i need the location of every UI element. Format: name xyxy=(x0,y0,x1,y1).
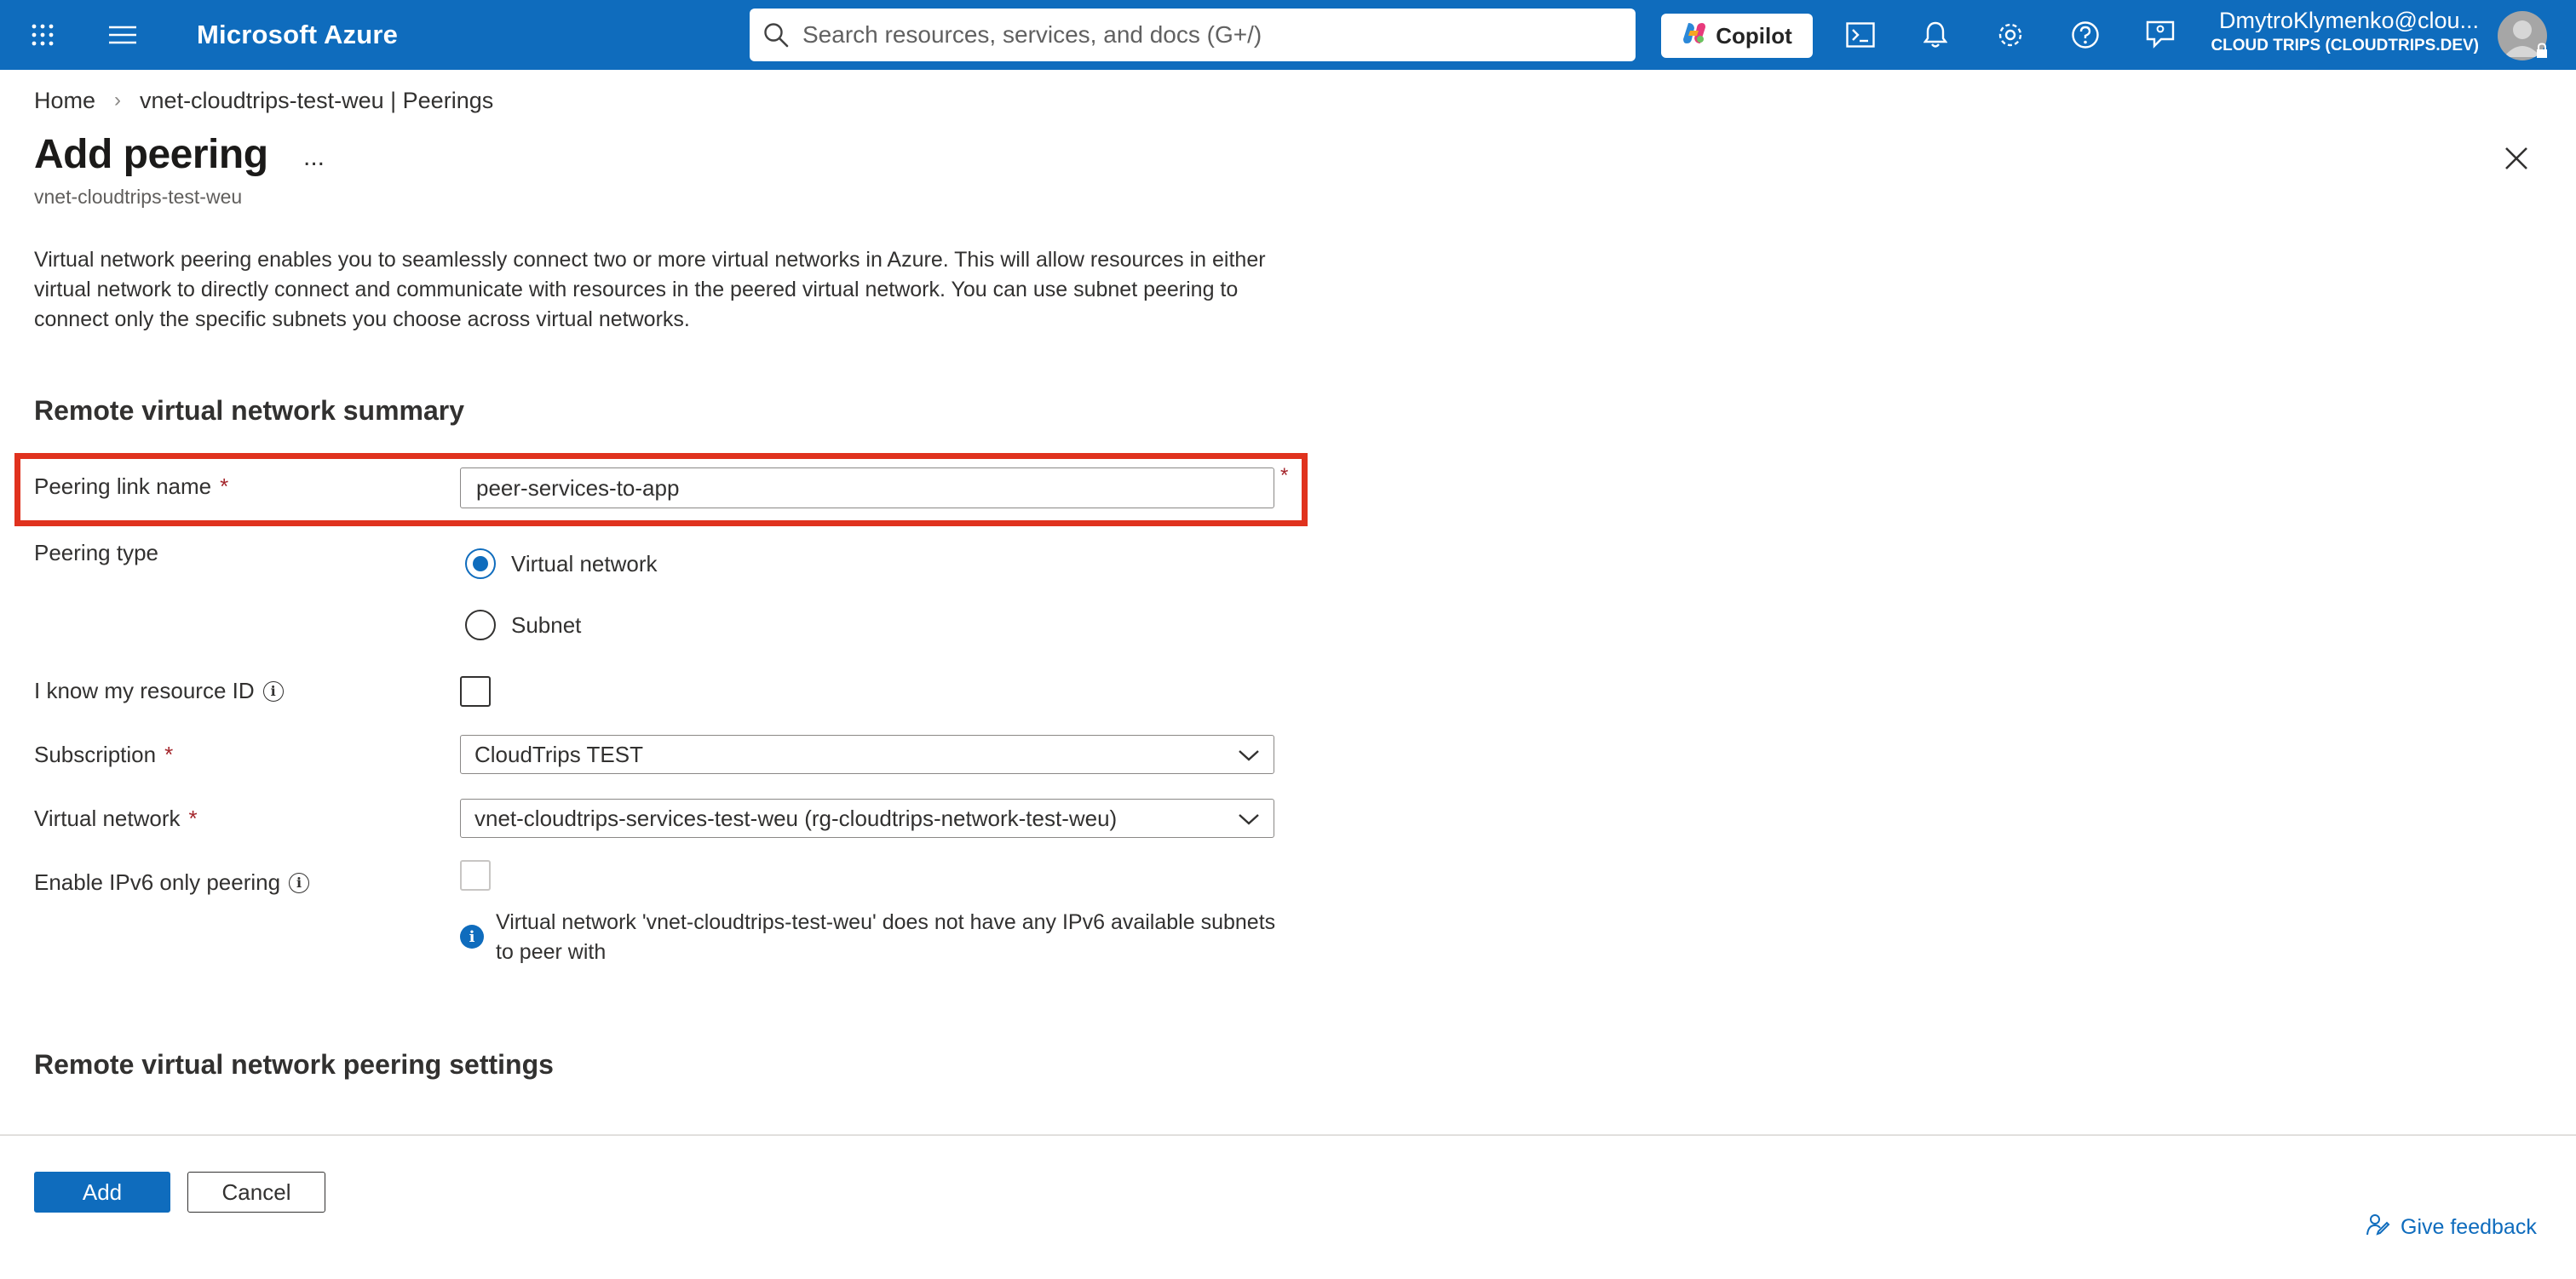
chevron-down-icon xyxy=(1238,742,1260,768)
peering-link-name-text: Peering link name xyxy=(34,473,212,499)
info-filled-icon: i xyxy=(460,925,484,949)
required-mark: * xyxy=(164,742,174,767)
resource-id-checkbox[interactable] xyxy=(460,676,491,707)
virtual-network-value: vnet-cloudtrips-services-test-weu (rg-cl… xyxy=(474,805,1118,831)
subscription-value: CloudTrips TEST xyxy=(474,741,643,767)
breadcrumb-home[interactable]: Home xyxy=(34,88,95,114)
chevron-right-icon: › xyxy=(114,89,122,112)
radio-subnet-label: Subnet xyxy=(511,611,582,638)
section-heading-remote-settings: Remote virtual network peering settings xyxy=(34,1049,554,1080)
radio-button[interactable] xyxy=(465,610,496,640)
subscription-text: Subscription xyxy=(34,742,157,767)
cloud-shell-icon[interactable] xyxy=(1843,0,1877,70)
peering-link-name-input[interactable] xyxy=(474,473,1274,502)
global-search-box[interactable] xyxy=(750,9,1636,61)
info-icon[interactable]: i xyxy=(262,680,284,702)
peering-link-name-field[interactable] xyxy=(460,467,1274,508)
radio-button-selected[interactable] xyxy=(465,548,496,579)
required-mark: * xyxy=(1280,464,1289,487)
ipv6-text: Enable IPv6 only peering xyxy=(34,869,281,895)
add-button[interactable]: Add xyxy=(34,1172,170,1213)
breadcrumb-peerings[interactable]: vnet-cloudtrips-test-weu | Peerings xyxy=(140,88,493,114)
subscription-dropdown[interactable]: CloudTrips TEST xyxy=(460,735,1274,774)
virtual-network-dropdown[interactable]: vnet-cloudtrips-services-test-weu (rg-cl… xyxy=(460,799,1274,838)
copilot-icon xyxy=(1682,20,1707,52)
give-feedback-link[interactable]: Give feedback xyxy=(2366,1213,2537,1242)
top-navigation-bar: Microsoft Azure Copilot DmytroKlymen xyxy=(0,0,2576,70)
peering-link-name-label: Peering link name * xyxy=(34,473,228,500)
resource-id-text: I know my resource ID xyxy=(34,678,255,703)
account-name: DmytroKlymenko@clou... xyxy=(2219,9,2479,33)
peering-type-label: Peering type xyxy=(34,540,158,565)
page-title: Add peering xyxy=(34,132,268,177)
resource-id-label: I know my resource ID i xyxy=(34,678,284,704)
radio-virtual-network-label: Virtual network xyxy=(511,550,658,576)
ipv6-checkbox[interactable] xyxy=(460,860,491,891)
copilot-button[interactable]: Copilot xyxy=(1661,14,1813,58)
lock-icon xyxy=(2535,43,2549,64)
ipv6-label: Enable IPv6 only peering i xyxy=(34,869,310,896)
radio-virtual-network[interactable]: Virtual network xyxy=(465,548,658,579)
close-icon[interactable] xyxy=(2499,141,2533,175)
ipv6-info-text: Virtual network 'vnet-cloudtrips-test-we… xyxy=(496,910,1276,964)
hamburger-menu-icon[interactable] xyxy=(106,0,140,70)
chevron-down-icon xyxy=(1238,806,1260,832)
brand-title[interactable]: Microsoft Azure xyxy=(197,0,398,70)
required-mark: * xyxy=(188,806,198,831)
peering-description: Virtual network peering enables you to s… xyxy=(34,248,1266,331)
required-mark: * xyxy=(220,473,229,499)
virtual-network-text: Virtual network xyxy=(34,806,181,831)
notifications-bell-icon[interactable] xyxy=(1918,0,1952,70)
search-icon xyxy=(750,22,802,48)
account-info[interactable]: DmytroKlymenko@clou... CLOUD TRIPS (CLOU… xyxy=(2206,9,2479,54)
radio-subnet[interactable]: Subnet xyxy=(465,610,581,640)
more-options-icon[interactable]: ... xyxy=(303,143,325,172)
copilot-label: Copilot xyxy=(1716,22,1792,49)
feedback-person-icon[interactable] xyxy=(2143,0,2177,70)
section-heading-remote-summary: Remote virtual network summary xyxy=(34,395,465,426)
settings-gear-icon[interactable] xyxy=(1993,0,2027,70)
breadcrumb: Home › vnet-cloudtrips-test-weu | Peerin… xyxy=(34,85,493,116)
account-directory: CLOUD TRIPS (CLOUDTRIPS.DEV) xyxy=(2211,37,2479,55)
subscription-label: Subscription * xyxy=(34,742,173,768)
search-input[interactable] xyxy=(802,9,1636,61)
virtual-network-label: Virtual network * xyxy=(34,806,198,832)
info-icon[interactable]: i xyxy=(289,872,310,893)
page-subtitle: vnet-cloudtrips-test-weu xyxy=(34,186,243,208)
help-question-icon[interactable] xyxy=(2068,0,2102,70)
footer-divider xyxy=(0,1134,2576,1136)
feedback-icon xyxy=(2366,1213,2390,1242)
app-launcher-icon[interactable] xyxy=(24,0,61,70)
feedback-label: Give feedback xyxy=(2401,1215,2537,1239)
ipv6-info-message: i Virtual network 'vnet-cloudtrips-test-… xyxy=(460,908,1278,967)
cancel-button[interactable]: Cancel xyxy=(187,1172,325,1213)
